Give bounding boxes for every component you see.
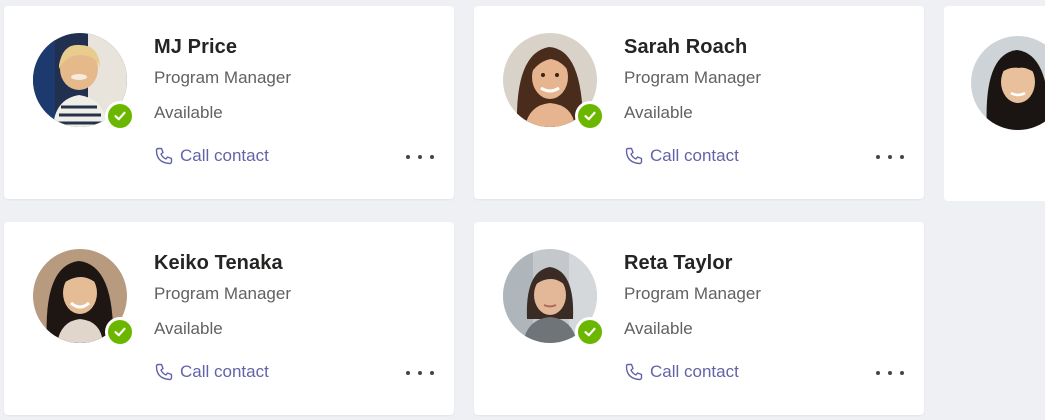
phone-icon xyxy=(624,146,644,166)
call-contact-label: Call contact xyxy=(650,146,739,165)
call-contact-link[interactable]: Call contact xyxy=(154,360,269,384)
contact-card[interactable]: MJ Price Program Manager Available Call … xyxy=(4,6,454,199)
contact-name: Sarah Roach xyxy=(624,36,748,58)
available-check-icon xyxy=(575,101,605,131)
contact-card[interactable]: Reta Taylor Program Manager Available Ca… xyxy=(474,222,924,415)
contact-name: Keiko Tenaka xyxy=(154,252,283,274)
more-options-icon[interactable] xyxy=(876,150,904,164)
contact-role: Program Manager xyxy=(624,284,762,303)
call-contact-link[interactable]: Call contact xyxy=(154,144,269,168)
status-text: Available xyxy=(154,103,223,122)
available-check-icon xyxy=(575,317,605,347)
more-options-icon[interactable] xyxy=(876,366,904,380)
contact-card[interactable]: Sarah Roach Program Manager Available Ca… xyxy=(474,6,924,199)
contact-role: Program Manager xyxy=(154,68,292,87)
call-contact-link[interactable]: Call contact xyxy=(624,360,739,384)
call-contact-label: Call contact xyxy=(650,362,739,381)
avatar[interactable] xyxy=(503,33,605,131)
avatar-photo xyxy=(971,36,1045,130)
contact-card[interactable]: Keiko Tenaka Program Manager Available C… xyxy=(4,222,454,415)
available-check-icon xyxy=(105,101,135,131)
available-check-icon xyxy=(105,317,135,347)
phone-icon xyxy=(624,362,644,382)
call-contact-label: Call contact xyxy=(180,362,269,381)
more-options-icon[interactable] xyxy=(406,150,434,164)
avatar[interactable] xyxy=(971,36,1045,130)
phone-icon xyxy=(154,362,174,382)
status-text: Available xyxy=(154,319,223,338)
avatar[interactable] xyxy=(33,249,135,347)
avatar[interactable] xyxy=(33,33,135,131)
call-contact-label: Call contact xyxy=(180,146,269,165)
contact-role: Program Manager xyxy=(624,68,762,87)
status-text: Available xyxy=(624,103,693,122)
contact-name: MJ Price xyxy=(154,36,238,58)
call-contact-link[interactable]: Call contact xyxy=(624,144,739,168)
status-text: Available xyxy=(624,319,693,338)
contact-role: Program Manager xyxy=(154,284,292,303)
avatar[interactable] xyxy=(503,249,605,347)
contact-card-partial[interactable] xyxy=(944,6,1045,201)
phone-icon xyxy=(154,146,174,166)
more-options-icon[interactable] xyxy=(406,366,434,380)
contact-name: Reta Taylor xyxy=(624,252,733,274)
contact-grid: MJ Price Program Manager Available Call … xyxy=(0,0,1045,420)
